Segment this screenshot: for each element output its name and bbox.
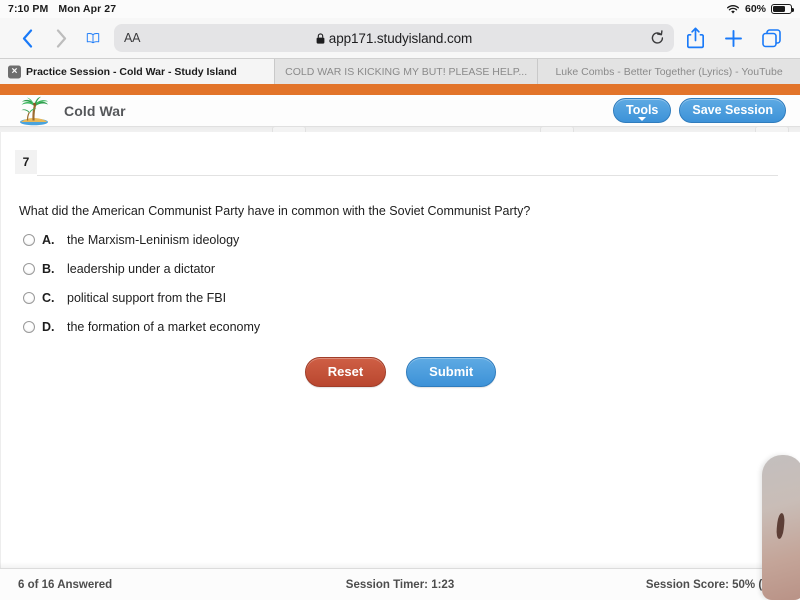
submit-button[interactable]: Submit — [406, 357, 497, 388]
question-number-row: 7 — [1, 150, 800, 176]
answer-option-c[interactable]: C. political support from the FBI — [23, 291, 800, 305]
browser-tab-0[interactable]: ✕ Practice Session - Cold War - Study Is… — [0, 59, 276, 84]
thumb-nail — [775, 512, 786, 540]
question-number: 7 — [15, 150, 37, 174]
browser-toolbar: AA app171.studyisland.com — [0, 18, 800, 58]
question-text: What did the American Communist Party ha… — [19, 204, 531, 218]
share-button[interactable] — [678, 23, 712, 53]
lock-icon — [316, 32, 325, 44]
radio-button[interactable] — [23, 292, 35, 305]
tools-button-label: Tools — [625, 102, 659, 117]
reset-button[interactable]: Reset — [304, 357, 387, 388]
answer-option-a[interactable]: A. the Marxism-Leninism ideology — [23, 233, 800, 247]
back-button[interactable] — [12, 23, 42, 53]
save-session-button-label: Save Session — [692, 102, 773, 117]
url-bar[interactable]: AA app171.studyisland.com — [114, 24, 674, 52]
browser-tab-1[interactable]: COLD WAR IS KICKING MY BUT! PLEASE HELP.… — [275, 59, 539, 84]
wifi-icon — [726, 4, 740, 15]
reload-icon[interactable] — [650, 30, 665, 46]
browser-tab-label: Practice Session - Cold War - Study Isla… — [26, 65, 237, 78]
close-icon[interactable]: ✕ — [8, 65, 21, 78]
question-panel: 7 What did the American Communist Party … — [0, 132, 800, 568]
action-buttons: Reset Submit — [1, 357, 800, 388]
bookmarks-button[interactable] — [80, 23, 110, 53]
ipad-screen: 7:10 PM Mon Apr 27 60% AA app171.studyis… — [0, 0, 800, 600]
question-divider — [37, 175, 778, 176]
radio-button[interactable] — [23, 321, 35, 334]
session-timer: Session Timer: 1:23 — [345, 578, 455, 591]
browser-tab-label: COLD WAR IS KICKING MY BUT! PLEASE HELP.… — [285, 65, 528, 78]
option-letter: B. — [42, 262, 55, 277]
option-text: political support from the FBI — [67, 291, 227, 306]
option-letter: A. — [42, 233, 55, 248]
palm-tree-island-logo — [20, 96, 48, 125]
caret-down-icon — [638, 117, 647, 122]
url-text: app171.studyisland.com — [328, 30, 473, 46]
brand-orange-bar — [0, 84, 800, 95]
option-letter: D. — [42, 320, 55, 335]
new-tab-button[interactable] — [716, 23, 750, 53]
status-date: Mon Apr 27 — [58, 3, 117, 15]
answer-option-b[interactable]: B. leadership under a dictator — [23, 262, 800, 276]
finger-thumb-overlay — [762, 455, 800, 600]
option-text: leadership under a dictator — [67, 262, 216, 277]
tools-button[interactable]: Tools — [612, 97, 672, 124]
show-tabs-button[interactable] — [754, 23, 788, 53]
radio-button[interactable] — [23, 263, 35, 276]
browser-tab-strip: ✕ Practice Session - Cold War - Study Is… — [0, 58, 800, 84]
browser-tab-2[interactable]: Luke Combs - Better Together (Lyrics) - … — [538, 59, 800, 84]
status-bar: 7:10 PM Mon Apr 27 60% — [0, 0, 800, 18]
battery-icon — [771, 3, 795, 15]
option-text: the Marxism-Leninism ideology — [67, 233, 240, 248]
answer-option-d[interactable]: D. the formation of a market economy — [23, 320, 800, 334]
text-size-button[interactable]: AA — [124, 31, 140, 45]
battery-percent: 60% — [744, 3, 766, 15]
answered-count: 6 of 16 Answered — [18, 578, 113, 591]
session-footer: 6 of 16 Answered Session Timer: 1:23 Ses… — [0, 568, 800, 600]
page-title: Cold War — [64, 102, 126, 119]
radio-button[interactable] — [23, 234, 35, 247]
app-header: Cold War Tools Save Session — [0, 95, 800, 127]
browser-tab-label: Luke Combs - Better Together (Lyrics) - … — [555, 65, 783, 78]
option-text: the formation of a market economy — [67, 320, 261, 335]
option-letter: C. — [42, 291, 55, 306]
forward-button[interactable] — [46, 23, 76, 53]
save-session-button[interactable]: Save Session — [679, 97, 786, 124]
status-time: 7:10 PM — [8, 3, 49, 15]
answer-options: A. the Marxism-Leninism ideology B. lead… — [23, 233, 800, 334]
